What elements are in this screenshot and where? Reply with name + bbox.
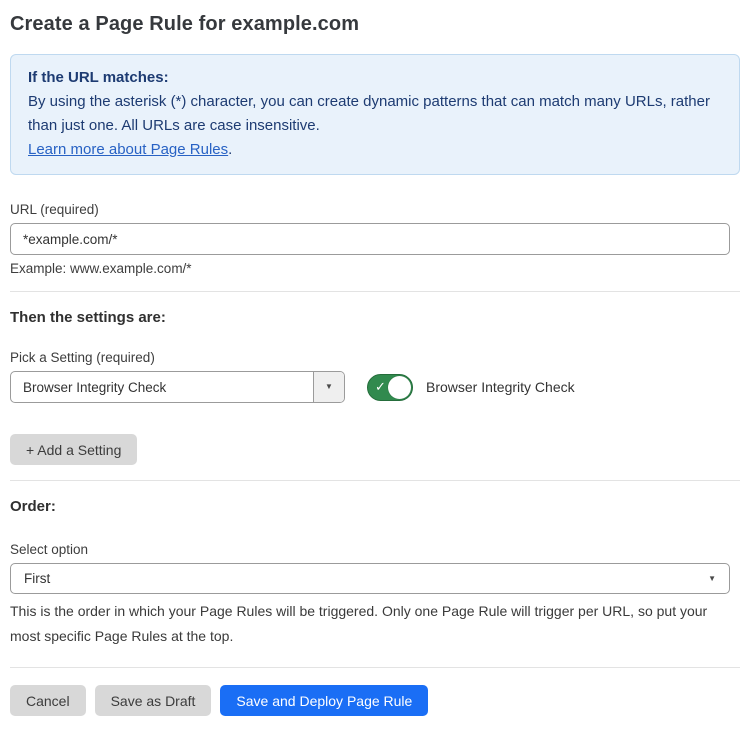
- setting-row: Browser Integrity Check ▼ ✓ Browser Inte…: [10, 371, 740, 403]
- setting-dropdown-value: Browser Integrity Check: [11, 372, 313, 402]
- setting-dropdown-arrow-button[interactable]: ▼: [313, 372, 344, 402]
- pick-setting-label: Pick a Setting (required): [10, 350, 740, 365]
- caret-down-icon: ▼: [325, 383, 333, 391]
- setting-toggle[interactable]: ✓: [367, 374, 413, 401]
- info-box-heading: If the URL matches:: [28, 66, 722, 90]
- divider: [10, 480, 740, 481]
- cancel-button[interactable]: Cancel: [10, 685, 86, 716]
- order-select-value: First: [24, 571, 50, 586]
- order-select[interactable]: First ▼: [10, 563, 730, 594]
- order-select-label: Select option: [10, 542, 740, 557]
- caret-down-icon: ▼: [708, 575, 716, 583]
- learn-more-link[interactable]: Learn more about Page Rules: [28, 141, 228, 158]
- page-title: Create a Page Rule for example.com: [10, 13, 740, 36]
- order-help-text: This is the order in which your Page Rul…: [10, 599, 730, 649]
- url-label: URL (required): [10, 202, 740, 217]
- add-setting-button[interactable]: + Add a Setting: [10, 434, 137, 465]
- divider: [10, 667, 740, 668]
- page-rule-form: Create a Page Rule for example.com If th…: [0, 13, 750, 716]
- actions-row: Cancel Save as Draft Save and Deploy Pag…: [10, 685, 740, 716]
- save-and-deploy-button[interactable]: Save and Deploy Page Rule: [220, 685, 428, 716]
- url-input[interactable]: [10, 223, 730, 255]
- toggle-knob: [388, 376, 411, 399]
- save-as-draft-button[interactable]: Save as Draft: [95, 685, 212, 716]
- check-icon: ✓: [375, 380, 386, 393]
- url-match-info-box: If the URL matches: By using the asteris…: [10, 54, 740, 175]
- link-suffix: .: [228, 141, 232, 158]
- order-heading: Order:: [10, 498, 740, 515]
- divider: [10, 291, 740, 292]
- info-box-body: By using the asterisk (*) character, you…: [28, 90, 722, 138]
- setting-dropdown[interactable]: Browser Integrity Check ▼: [10, 371, 345, 403]
- setting-toggle-label: Browser Integrity Check: [426, 379, 575, 395]
- info-box-link-line: Learn more about Page Rules.: [28, 138, 722, 162]
- settings-heading: Then the settings are:: [10, 309, 740, 326]
- url-example-text: Example: www.example.com/*: [10, 261, 740, 276]
